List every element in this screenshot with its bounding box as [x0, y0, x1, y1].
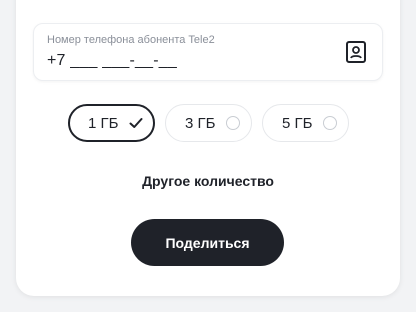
check-icon — [128, 115, 144, 131]
phone-number-label: Номер телефона абонента Tele2 — [47, 34, 215, 46]
data-amount-options: 1 ГБ 3 ГБ 5 ГБ — [68, 104, 349, 144]
option-3gb[interactable]: 3 ГБ — [165, 104, 252, 142]
phone-number-input[interactable]: +7 ___ ___-__-__ — [47, 52, 177, 70]
other-amount-link[interactable]: Другое количество — [0, 173, 416, 189]
radio-empty-icon — [323, 116, 337, 130]
phone-number-field[interactable]: Номер телефона абонента Tele2 +7 ___ ___… — [33, 23, 383, 81]
contact-book-icon[interactable] — [344, 40, 368, 64]
option-label: 3 ГБ — [185, 115, 216, 132]
option-5gb[interactable]: 5 ГБ — [262, 104, 349, 142]
option-1gb[interactable]: 1 ГБ — [68, 104, 155, 142]
radio-empty-icon — [226, 116, 240, 130]
share-button[interactable]: Поделиться — [131, 219, 284, 266]
option-label: 1 ГБ — [88, 115, 119, 132]
option-label: 5 ГБ — [282, 115, 313, 132]
